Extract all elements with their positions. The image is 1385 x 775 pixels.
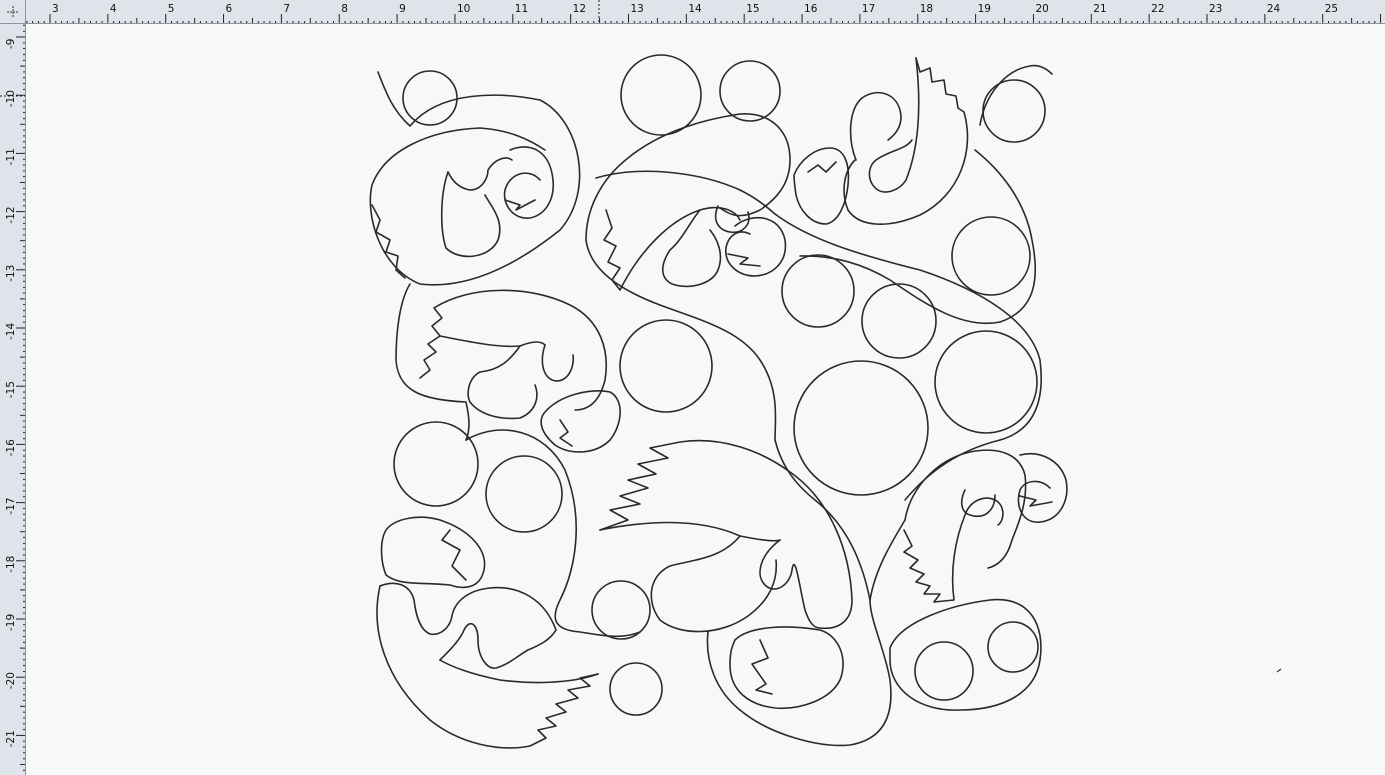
- ruler-label: 8: [341, 3, 348, 15]
- ruler-label: -21: [5, 730, 17, 747]
- quilting-design-drawing: [369, 54, 1282, 749]
- horizontal-ruler[interactable]: 3 4 5 6 7 8 9 10 11 12 13 14 15 16 17 18 19 20 21 22 23 24 25: [26, 0, 1385, 24]
- ruler-label: -13: [5, 265, 17, 282]
- horizontal-ruler-scale: 3 4 5 6 7 8 9 10 11 12 13 14 15 16 17 18 19 20 21 22 23 24 25: [26, 0, 1382, 23]
- ruler-label: -11: [5, 148, 17, 165]
- ruler-label: 4: [110, 3, 117, 15]
- ruler-label: -15: [5, 381, 17, 398]
- ruler-label: -20: [5, 672, 17, 689]
- ruler-label: -19: [5, 614, 17, 631]
- ruler-label: 6: [226, 3, 233, 15]
- design-canvas[interactable]: [26, 24, 1385, 775]
- ruler-label: -9: [5, 39, 17, 49]
- ruler-label: 21: [1093, 3, 1106, 15]
- ruler-label: 17: [862, 3, 875, 15]
- ruler-label: 7: [283, 3, 290, 15]
- ruler-label: 15: [746, 3, 759, 15]
- ruler-label: -12: [5, 206, 17, 223]
- ruler-label: 25: [1325, 3, 1338, 15]
- ruler-label: 12: [573, 3, 586, 15]
- ruler-label: -16: [5, 439, 17, 456]
- vertical-ruler[interactable]: -9 -10 -11 -12 -13 -14 -15 -16 -17 -18 -19 -20 -21: [0, 24, 26, 775]
- ruler-label: 10: [457, 3, 470, 15]
- ruler-label: 9: [399, 3, 406, 15]
- stray-mark: [1276, 668, 1282, 673]
- ruler-label: 3: [52, 3, 59, 15]
- ruler-origin-corner[interactable]: [0, 0, 26, 24]
- design-strokes: [369, 54, 1068, 749]
- ruler-label: 5: [168, 3, 175, 15]
- ruler-label: 11: [515, 3, 528, 15]
- crosshair-icon: [6, 5, 19, 18]
- ruler-label: 20: [1035, 3, 1048, 15]
- ruler-label: 14: [688, 3, 702, 15]
- ruler-label: 18: [920, 3, 933, 15]
- ruler-label: 24: [1267, 3, 1281, 15]
- vertical-ruler-scale: -9 -10 -11 -12 -13 -14 -15 -16 -17 -18 -19 -20 -21: [0, 24, 25, 771]
- ruler-label: -14: [5, 323, 17, 340]
- ruler-label: 23: [1209, 3, 1222, 15]
- ruler-label: 19: [978, 3, 991, 15]
- ruler-label: -10: [5, 90, 17, 107]
- ruler-label: 16: [804, 3, 818, 15]
- ruler-label: -18: [5, 556, 17, 573]
- ruler-label: 13: [631, 3, 644, 15]
- ruler-label: 22: [1151, 3, 1164, 15]
- ruler-label: -17: [5, 497, 17, 514]
